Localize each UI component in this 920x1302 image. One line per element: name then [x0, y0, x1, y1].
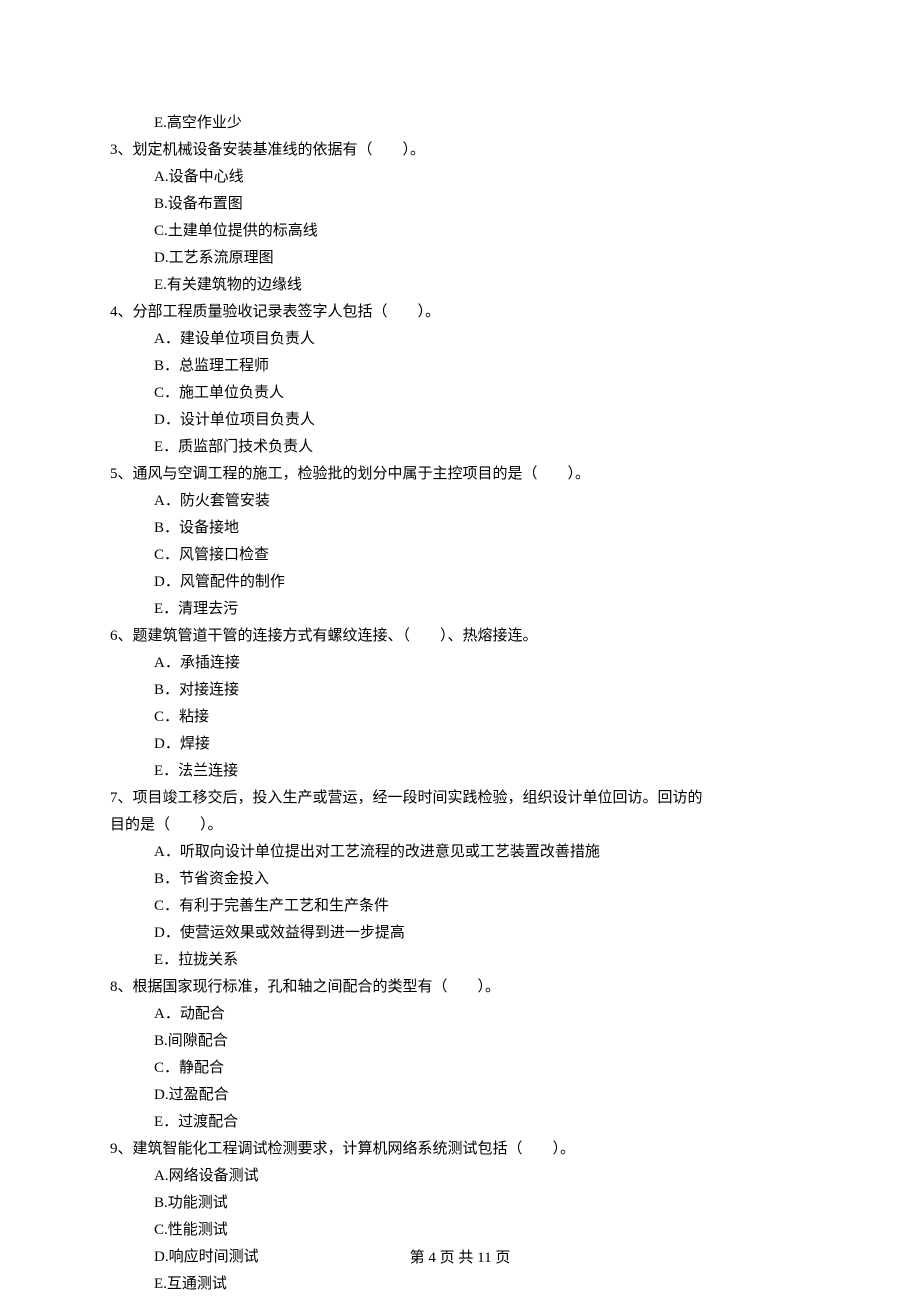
- q3-option-d: D.工艺系流原理图: [110, 245, 810, 272]
- q7-option-a: A．听取向设计单位提出对工艺流程的改进意见或工艺装置改善措施: [110, 839, 810, 866]
- q4-option-e: E．质监部门技术负责人: [110, 434, 810, 461]
- q4-option-b: B．总监理工程师: [110, 353, 810, 380]
- q5-option-d: D．风管配件的制作: [110, 569, 810, 596]
- q7-stem-line1: 7、项目竣工移交后，投入生产或营运，经一段时间实践检验，组织设计单位回访。回访的: [110, 785, 810, 812]
- q9-option-c: C.性能测试: [110, 1217, 810, 1244]
- q5-option-a: A．防火套管安装: [110, 488, 810, 515]
- q6-option-c: C．粘接: [110, 704, 810, 731]
- q4-option-c: C．施工单位负责人: [110, 380, 810, 407]
- q3-stem: 3、划定机械设备安装基准线的依据有（ ）。: [110, 137, 810, 164]
- q5-option-b: B．设备接地: [110, 515, 810, 542]
- q7-stem-line2: 目的是（ ）。: [110, 812, 810, 839]
- q8-option-b: B.间隙配合: [110, 1028, 810, 1055]
- q8-option-e: E．过渡配合: [110, 1109, 810, 1136]
- q7-option-e: E．拉拢关系: [110, 947, 810, 974]
- q8-option-d: D.过盈配合: [110, 1082, 810, 1109]
- q2-option-e: E.高空作业少: [110, 110, 810, 137]
- q6-option-e: E．法兰连接: [110, 758, 810, 785]
- q5-option-e: E．清理去污: [110, 596, 810, 623]
- q7-option-b: B．节省资金投入: [110, 866, 810, 893]
- q3-option-a: A.设备中心线: [110, 164, 810, 191]
- q4-option-a: A．建设单位项目负责人: [110, 326, 810, 353]
- q9-option-a: A.网络设备测试: [110, 1163, 810, 1190]
- q3-option-c: C.土建单位提供的标高线: [110, 218, 810, 245]
- q6-option-a: A．承插连接: [110, 650, 810, 677]
- q5-stem: 5、通风与空调工程的施工，检验批的划分中属于主控项目的是（ ）。: [110, 461, 810, 488]
- q7-option-c: C．有利于完善生产工艺和生产条件: [110, 893, 810, 920]
- q6-option-b: B．对接连接: [110, 677, 810, 704]
- q8-option-c: C．静配合: [110, 1055, 810, 1082]
- page-footer: 第 4 页 共 11 页: [0, 1245, 920, 1272]
- q7-option-d: D．使营运效果或效益得到进一步提高: [110, 920, 810, 947]
- q6-stem: 6、题建筑管道干管的连接方式有螺纹连接、（ ）、热熔接连。: [110, 623, 810, 650]
- q5-option-c: C．风管接口检查: [110, 542, 810, 569]
- q3-option-e: E.有关建筑物的边缘线: [110, 272, 810, 299]
- q6-option-d: D．焊接: [110, 731, 810, 758]
- document-content: E.高空作业少 3、划定机械设备安装基准线的依据有（ ）。 A.设备中心线 B.…: [110, 110, 810, 1298]
- q3-option-b: B.设备布置图: [110, 191, 810, 218]
- q9-stem: 9、建筑智能化工程调试检测要求，计算机网络系统测试包括（ ）。: [110, 1136, 810, 1163]
- q8-option-a: A．动配合: [110, 1001, 810, 1028]
- q9-option-b: B.功能测试: [110, 1190, 810, 1217]
- q8-stem: 8、根据国家现行标准，孔和轴之间配合的类型有（ ）。: [110, 974, 810, 1001]
- q4-option-d: D．设计单位项目负责人: [110, 407, 810, 434]
- q9-option-e: E.互通测试: [110, 1271, 810, 1298]
- q4-stem: 4、分部工程质量验收记录表签字人包括（ ）。: [110, 299, 810, 326]
